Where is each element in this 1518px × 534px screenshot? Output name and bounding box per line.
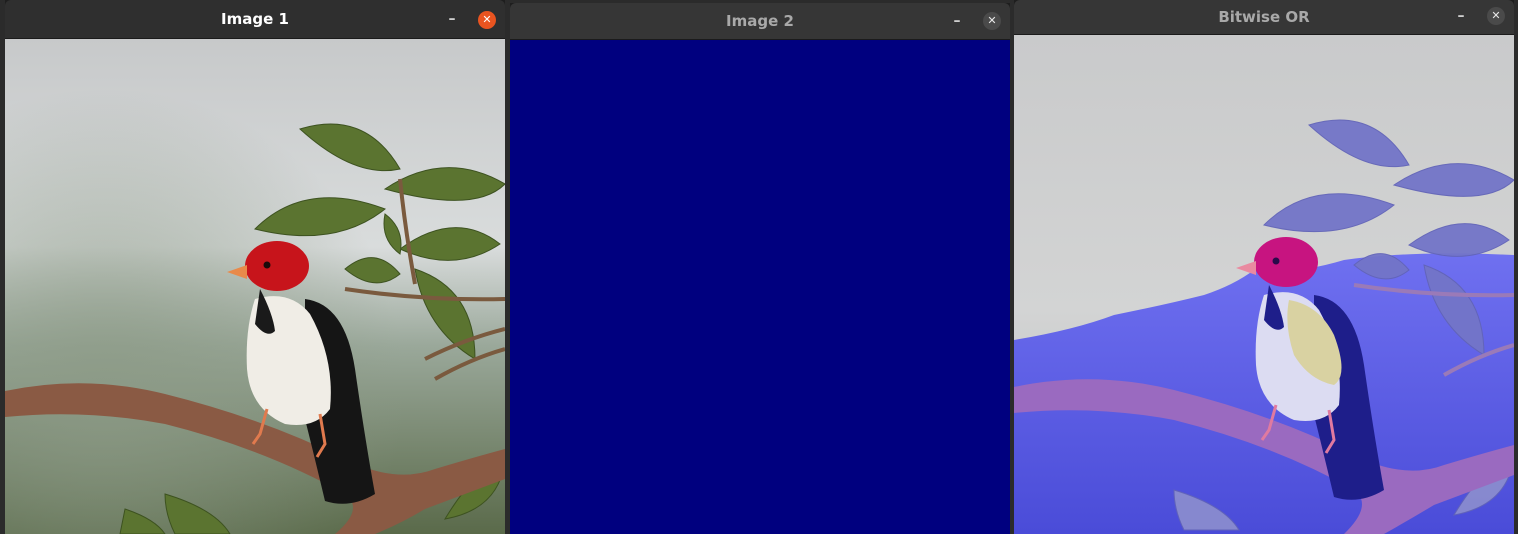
image-1-canvas <box>5 39 505 534</box>
titlebar-image-1[interactable]: Image 1 – ✕ <box>5 0 505 39</box>
close-icon[interactable]: ✕ <box>1487 7 1505 25</box>
window-image-1[interactable]: Image 1 – ✕ <box>5 0 505 534</box>
image-2-canvas <box>510 40 1010 534</box>
minimize-icon[interactable]: – <box>948 14 966 32</box>
titlebar-image-2[interactable]: Image 2 – ✕ <box>510 3 1010 40</box>
minimize-icon[interactable]: – <box>1452 9 1470 27</box>
close-icon[interactable]: ✕ <box>478 11 496 29</box>
bird-photo <box>5 39 505 534</box>
window-bitwise-or[interactable]: Bitwise OR – ✕ <box>1014 0 1514 534</box>
bitwise-or-canvas <box>1014 35 1514 534</box>
window-title: Image 1 <box>221 10 289 28</box>
close-icon[interactable]: ✕ <box>983 12 1001 30</box>
window-image-2[interactable]: Image 2 – ✕ <box>510 3 1010 534</box>
window-title: Bitwise OR <box>1218 8 1310 26</box>
minimize-icon[interactable]: – <box>443 12 461 30</box>
window-title: Image 2 <box>726 12 794 30</box>
bitwise-or-photo <box>1014 35 1514 534</box>
titlebar-bitwise-or[interactable]: Bitwise OR – ✕ <box>1014 0 1514 35</box>
